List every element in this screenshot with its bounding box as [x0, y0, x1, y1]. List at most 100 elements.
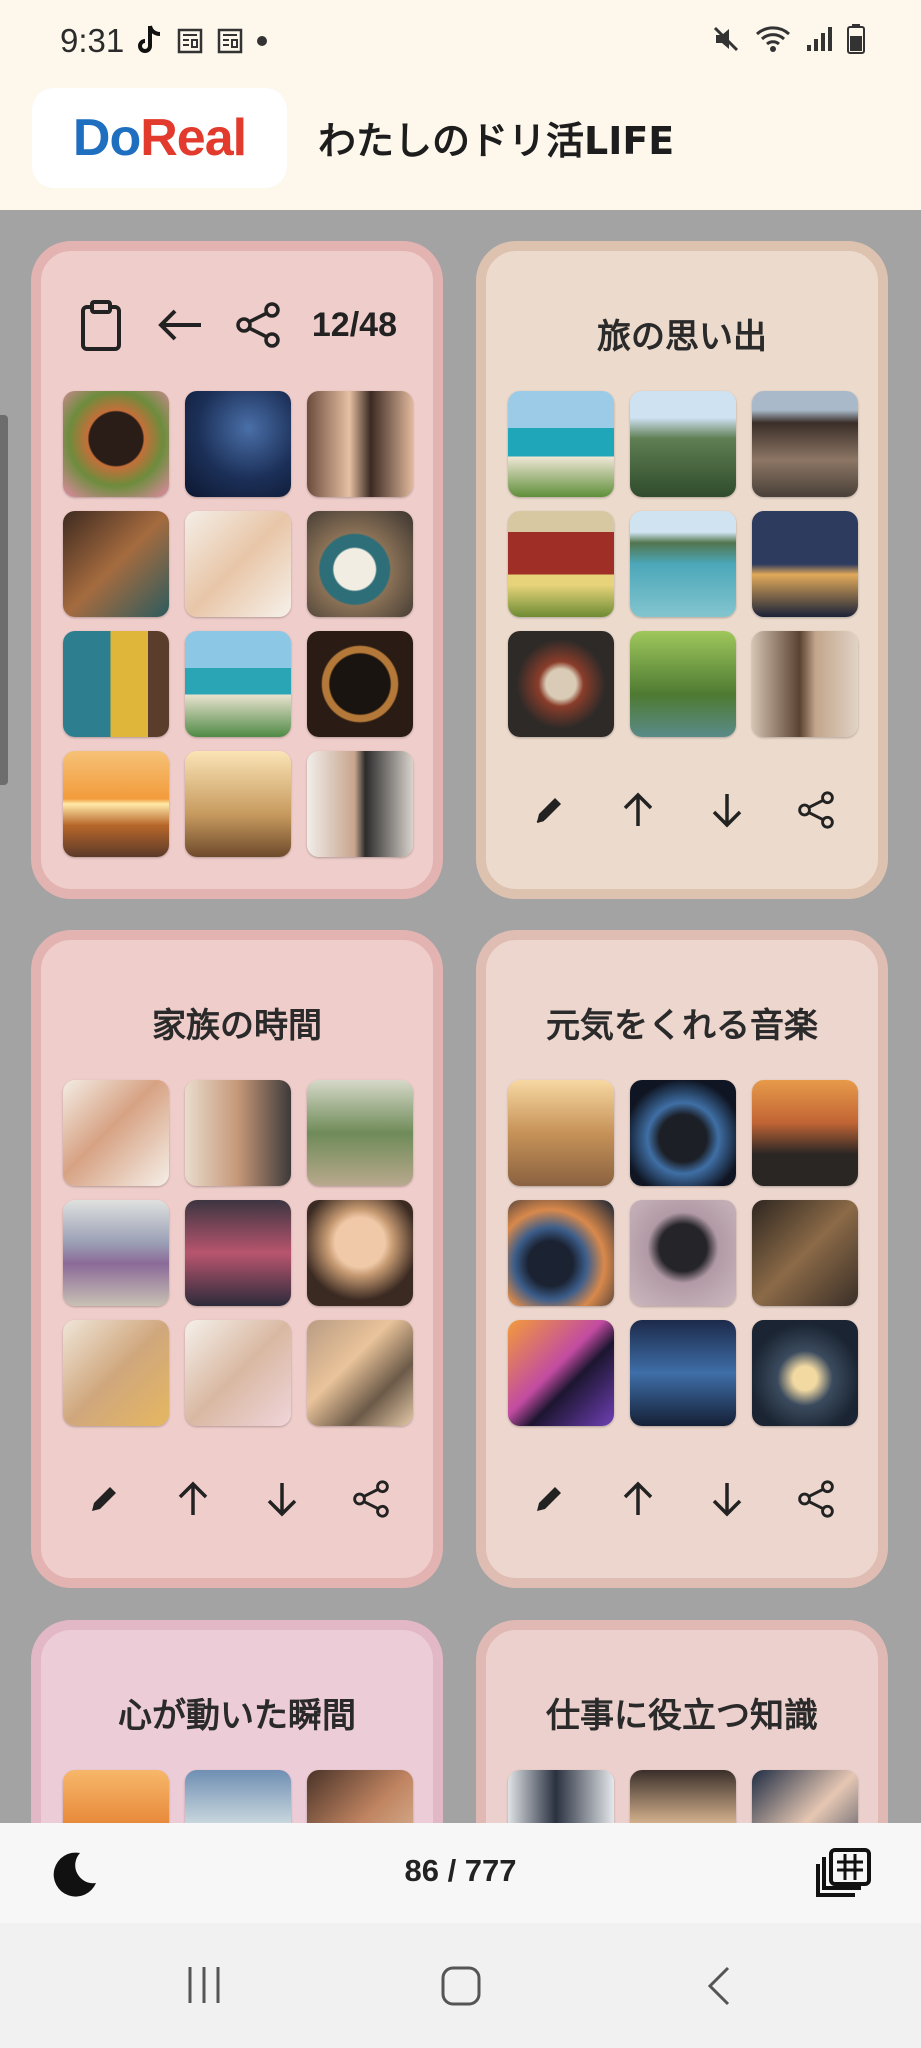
card-title: 心が動いた瞬間	[118, 1696, 356, 1736]
photo-tile[interactable]	[185, 511, 291, 617]
page-count: 86 / 777	[404, 1853, 517, 1888]
photo-tile[interactable]	[752, 1320, 858, 1426]
collection-card-current[interactable]: 12/48	[31, 241, 443, 899]
photo-tile[interactable]	[185, 751, 291, 857]
photo-tile[interactable]	[307, 1320, 413, 1426]
photo-tile[interactable]	[752, 1080, 858, 1186]
photo-tile[interactable]	[630, 1080, 736, 1186]
collection-card-music[interactable]: 元気をくれる音楽	[476, 930, 888, 1588]
card-actions	[41, 1472, 433, 1526]
clipboard-icon[interactable]	[77, 299, 125, 351]
move-down-button[interactable]	[255, 1472, 309, 1526]
photo-grid	[63, 1080, 413, 1426]
photo-tile[interactable]	[307, 391, 413, 497]
photo-tile[interactable]	[630, 631, 736, 737]
move-up-button[interactable]	[611, 1472, 665, 1526]
move-up-button[interactable]	[166, 1472, 220, 1526]
dot-icon	[257, 36, 267, 46]
status-time: 9:31	[60, 22, 125, 59]
edit-button[interactable]	[522, 1472, 576, 1526]
photo-tile[interactable]	[63, 631, 169, 737]
card-actions	[486, 783, 878, 837]
photo-tile[interactable]	[508, 1200, 614, 1306]
photo-tile[interactable]	[508, 1320, 614, 1426]
photo-tile[interactable]	[630, 391, 736, 497]
photo-tile[interactable]	[185, 391, 291, 497]
photo-tile[interactable]	[63, 1080, 169, 1186]
arrow-down-icon	[712, 1483, 741, 1517]
move-down-button[interactable]	[700, 1472, 754, 1526]
photo-tile[interactable]	[185, 1200, 291, 1306]
arrow-down-icon	[267, 1483, 296, 1517]
photo-tile[interactable]	[307, 1080, 413, 1186]
side-edge-tab[interactable]	[0, 415, 8, 785]
pencil-icon	[536, 798, 561, 823]
photo-tile[interactable]	[63, 751, 169, 857]
card-title: 元気をくれる音楽	[546, 1006, 818, 1046]
photo-tile[interactable]	[185, 631, 291, 737]
arrow-up-icon	[623, 1481, 652, 1515]
mute-icon	[713, 26, 739, 52]
app-header: DoReal わたしのドリ活LIFE	[0, 84, 921, 210]
collection-card-travel[interactable]: 旅の思い出	[476, 241, 888, 899]
app-logo[interactable]: DoReal	[32, 88, 287, 188]
photo-tile[interactable]	[630, 1320, 736, 1426]
news-icon	[177, 28, 203, 54]
signal-icon	[807, 27, 832, 51]
logo-suffix: Real	[140, 109, 247, 167]
photo-tile[interactable]	[63, 1320, 169, 1426]
card-actions	[486, 1472, 878, 1526]
move-up-button[interactable]	[611, 783, 665, 837]
tiktok-icon	[138, 25, 161, 53]
arrow-up-icon	[178, 1481, 207, 1515]
back-icon[interactable]	[704, 1965, 734, 2007]
photo-tile[interactable]	[508, 511, 614, 617]
recent-apps-icon[interactable]	[184, 1965, 224, 2005]
photo-tile[interactable]	[752, 631, 858, 737]
photo-tile[interactable]	[307, 751, 413, 857]
edit-button[interactable]	[77, 1472, 131, 1526]
gallery-icon[interactable]	[815, 1847, 873, 1899]
pencil-icon	[91, 1487, 116, 1511]
photo-tile[interactable]	[63, 1200, 169, 1306]
card-title: 旅の思い出	[597, 317, 767, 357]
page-counter: 12/48	[311, 305, 397, 344]
card-toolbar: 12/48	[77, 299, 397, 351]
photo-tile[interactable]	[508, 1080, 614, 1186]
photo-tile[interactable]	[508, 631, 614, 737]
collection-card-family[interactable]: 家族の時間	[31, 930, 443, 1588]
system-nav-bar	[0, 1923, 921, 2048]
photo-tile[interactable]	[752, 1200, 858, 1306]
share-icon	[797, 1480, 834, 1518]
photo-tile[interactable]	[307, 1200, 413, 1306]
photo-tile[interactable]	[307, 511, 413, 617]
share-icon	[797, 791, 834, 829]
photo-tile[interactable]	[185, 1320, 291, 1426]
photo-tile[interactable]	[508, 391, 614, 497]
photo-tile[interactable]	[752, 391, 858, 497]
share-icon[interactable]	[235, 302, 280, 348]
photo-tile[interactable]	[630, 1200, 736, 1306]
photo-tile[interactable]	[752, 511, 858, 617]
photo-tile[interactable]	[185, 1080, 291, 1186]
share-icon	[352, 1480, 389, 1518]
photo-grid	[63, 391, 413, 857]
share-button[interactable]	[344, 1472, 398, 1526]
photo-tile[interactable]	[63, 391, 169, 497]
edit-button[interactable]	[522, 783, 576, 837]
move-down-button[interactable]	[700, 783, 754, 837]
photo-grid	[508, 1080, 858, 1426]
photo-tile[interactable]	[307, 631, 413, 737]
bottom-app-bar: 86 / 777	[0, 1823, 921, 1923]
photo-tile[interactable]	[63, 511, 169, 617]
arrow-up-icon	[623, 792, 652, 826]
status-bar: 9:31	[0, 0, 921, 84]
back-arrow-icon[interactable]	[157, 307, 203, 343]
share-button[interactable]	[789, 1472, 843, 1526]
logo-prefix: Do	[72, 109, 141, 167]
photo-grid	[508, 391, 858, 737]
arrow-down-icon	[712, 794, 741, 828]
share-button[interactable]	[789, 783, 843, 837]
photo-tile[interactable]	[630, 511, 736, 617]
home-icon[interactable]	[440, 1965, 482, 2007]
